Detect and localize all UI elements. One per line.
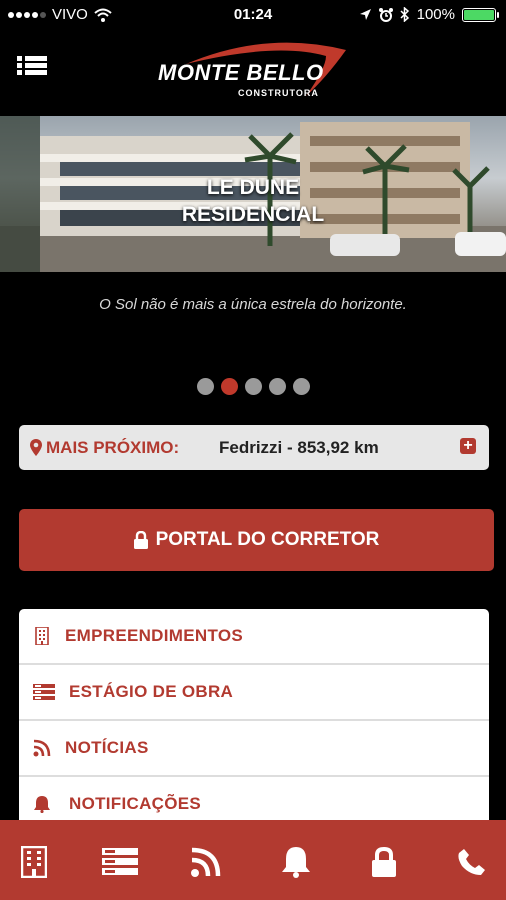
status-bar: VIVO 01:24 100% (0, 0, 506, 30)
logo: MONTE BELLO CONSTRUTORA (156, 38, 356, 108)
map-pin-icon (30, 439, 42, 456)
portal-button[interactable]: PORTAL DO CORRETOR (19, 509, 494, 571)
hero-title-line1: LE DUNE (206, 176, 300, 199)
tab-contato[interactable] (452, 842, 492, 882)
bluetooth-icon (400, 7, 409, 22)
building-icon (35, 627, 49, 645)
bell-icon (34, 796, 50, 813)
server-icon (102, 848, 138, 875)
tab-noticias[interactable] (186, 842, 226, 882)
server-icon (33, 684, 55, 700)
location-arrow-icon (359, 9, 371, 20)
building-icon (21, 846, 47, 878)
menu-list: EMPREENDIMENTOS ESTÁGIO DE OBRA NOTÍCIAS… (19, 609, 489, 839)
menu-item-estagio-de-obra[interactable]: ESTÁGIO DE OBRA (19, 665, 489, 721)
bell-icon (282, 847, 310, 878)
portal-button-label: PORTAL DO CORRETOR (155, 529, 380, 550)
nearest-value: Fedrizzi - 853,92 km (219, 438, 379, 457)
pager-dot[interactable] (268, 378, 286, 395)
pager-dot[interactable] (196, 378, 214, 395)
plus-square-icon[interactable]: + (460, 438, 476, 454)
tab-estagio-de-obra[interactable] (100, 842, 140, 882)
lock-icon (133, 531, 148, 549)
battery-icon (462, 7, 499, 22)
hero-tagline: O Sol não é mais a única estrela do hori… (99, 296, 407, 313)
phone-icon (458, 849, 485, 875)
hero-banner[interactable]: LE DUNE RESIDENCIAL (0, 116, 506, 272)
menu-item-noticias[interactable]: NOTÍCIAS (19, 721, 489, 777)
rss-icon (191, 847, 221, 877)
rss-icon (33, 739, 51, 757)
hero-title: LE DUNE RESIDENCIAL (0, 174, 506, 228)
menu-item-label: NOTIFICAÇÕES (69, 794, 202, 813)
menu-item-label: NOTÍCIAS (65, 738, 149, 757)
pager-dot-active[interactable] (220, 378, 238, 395)
nearest-location-bar[interactable]: MAIS PRÓXIMO: Fedrizzi - 853,92 km + (19, 425, 489, 470)
alarm-icon (378, 7, 393, 22)
carousel-pager (0, 378, 506, 395)
app-header: MONTE BELLO CONSTRUTORA (0, 30, 506, 116)
pager-dot[interactable] (292, 378, 310, 395)
menu-icon[interactable] (17, 56, 47, 80)
menu-item-label: ESTÁGIO DE OBRA (69, 682, 234, 701)
logo-subtitle: CONSTRUTORA (238, 88, 319, 98)
menu-item-label: EMPREENDIMENTOS (65, 626, 243, 645)
status-right: 100% (359, 6, 499, 23)
nearest-label: MAIS PRÓXIMO: (46, 438, 180, 457)
lock-icon (372, 847, 396, 877)
logo-name: MONTE BELLO (158, 60, 324, 85)
menu-item-empreendimentos[interactable]: EMPREENDIMENTOS (19, 609, 489, 665)
bottom-tab-bar (0, 820, 506, 900)
pager-dot[interactable] (244, 378, 262, 395)
portal-button-content: PORTAL DO CORRETOR (19, 529, 494, 551)
tab-notificacoes[interactable] (276, 842, 316, 882)
battery-percent: 100% (416, 6, 455, 23)
tab-empreendimentos[interactable] (14, 842, 54, 882)
hero-title-line2: RESIDENCIAL (181, 203, 325, 226)
tab-portal[interactable] (364, 842, 404, 882)
